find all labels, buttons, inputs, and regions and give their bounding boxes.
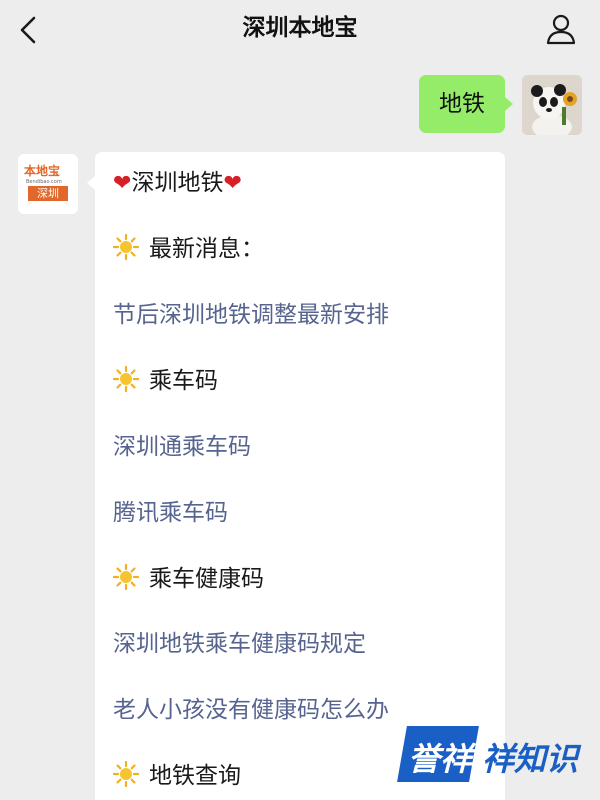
user-avatar[interactable] bbox=[522, 75, 582, 135]
watermark-logo: 誉祥 祥知识 bbox=[397, 722, 588, 786]
chat-screen: 深圳本地宝 地铁 本地宝 Bendibao.com 深圳 ❤深圳地铁❤ 最新消息… bbox=[0, 0, 600, 800]
logo-city-badge: 深圳 bbox=[28, 186, 68, 201]
top-bar: 深圳本地宝 bbox=[0, 0, 600, 56]
section-heading: 乘车码 bbox=[113, 365, 218, 397]
section-heading: 地铁查询 bbox=[113, 760, 241, 792]
section-heading-text: 最新消息： bbox=[149, 236, 264, 262]
section-heading: 最新消息： bbox=[113, 233, 264, 265]
watermark-text: 祥知识 bbox=[482, 740, 579, 778]
sun-icon bbox=[113, 761, 139, 787]
outgoing-message-bubble[interactable]: 地铁 bbox=[419, 75, 505, 133]
section-heading-text: 地铁查询 bbox=[149, 763, 241, 789]
section-heading: 乘车健康码 bbox=[113, 563, 264, 595]
link-item[interactable]: 深圳通乘车码 bbox=[113, 431, 251, 463]
heart-icon: ❤ bbox=[223, 171, 242, 196]
bot-avatar[interactable]: 本地宝 Bendibao.com 深圳 bbox=[18, 154, 78, 214]
page-title: 深圳本地宝 bbox=[242, 15, 358, 41]
incoming-bubble-tail bbox=[87, 176, 95, 190]
outgoing-bubble-tail bbox=[505, 97, 513, 111]
section-heading-text: 乘车码 bbox=[149, 368, 218, 394]
outgoing-message-text: 地铁 bbox=[439, 91, 485, 117]
sun-icon bbox=[113, 234, 139, 260]
heart-icon: ❤ bbox=[113, 171, 132, 196]
link-item[interactable]: 节后深圳地铁调整最新安排 bbox=[113, 299, 389, 331]
sun-icon bbox=[113, 564, 139, 590]
link-item[interactable]: 老人小孩没有健康码怎么办 bbox=[113, 694, 389, 726]
logo-url: Bendibao.com bbox=[26, 179, 62, 185]
person-icon bbox=[546, 14, 576, 45]
sun-icon bbox=[113, 366, 139, 392]
logo-wordmark: 本地宝 bbox=[24, 164, 61, 178]
link-item[interactable]: 深圳地铁乘车健康码规定 bbox=[113, 628, 366, 660]
message-title: ❤深圳地铁❤ bbox=[113, 167, 242, 200]
message-title-text: 深圳地铁 bbox=[131, 170, 224, 196]
watermark-boxed-text: 誉祥 bbox=[408, 740, 473, 778]
panda-avatar-image bbox=[522, 75, 582, 135]
link-item[interactable]: 腾讯乘车码 bbox=[113, 497, 228, 529]
section-heading-text: 乘车健康码 bbox=[149, 566, 264, 592]
profile-button[interactable] bbox=[544, 12, 578, 46]
